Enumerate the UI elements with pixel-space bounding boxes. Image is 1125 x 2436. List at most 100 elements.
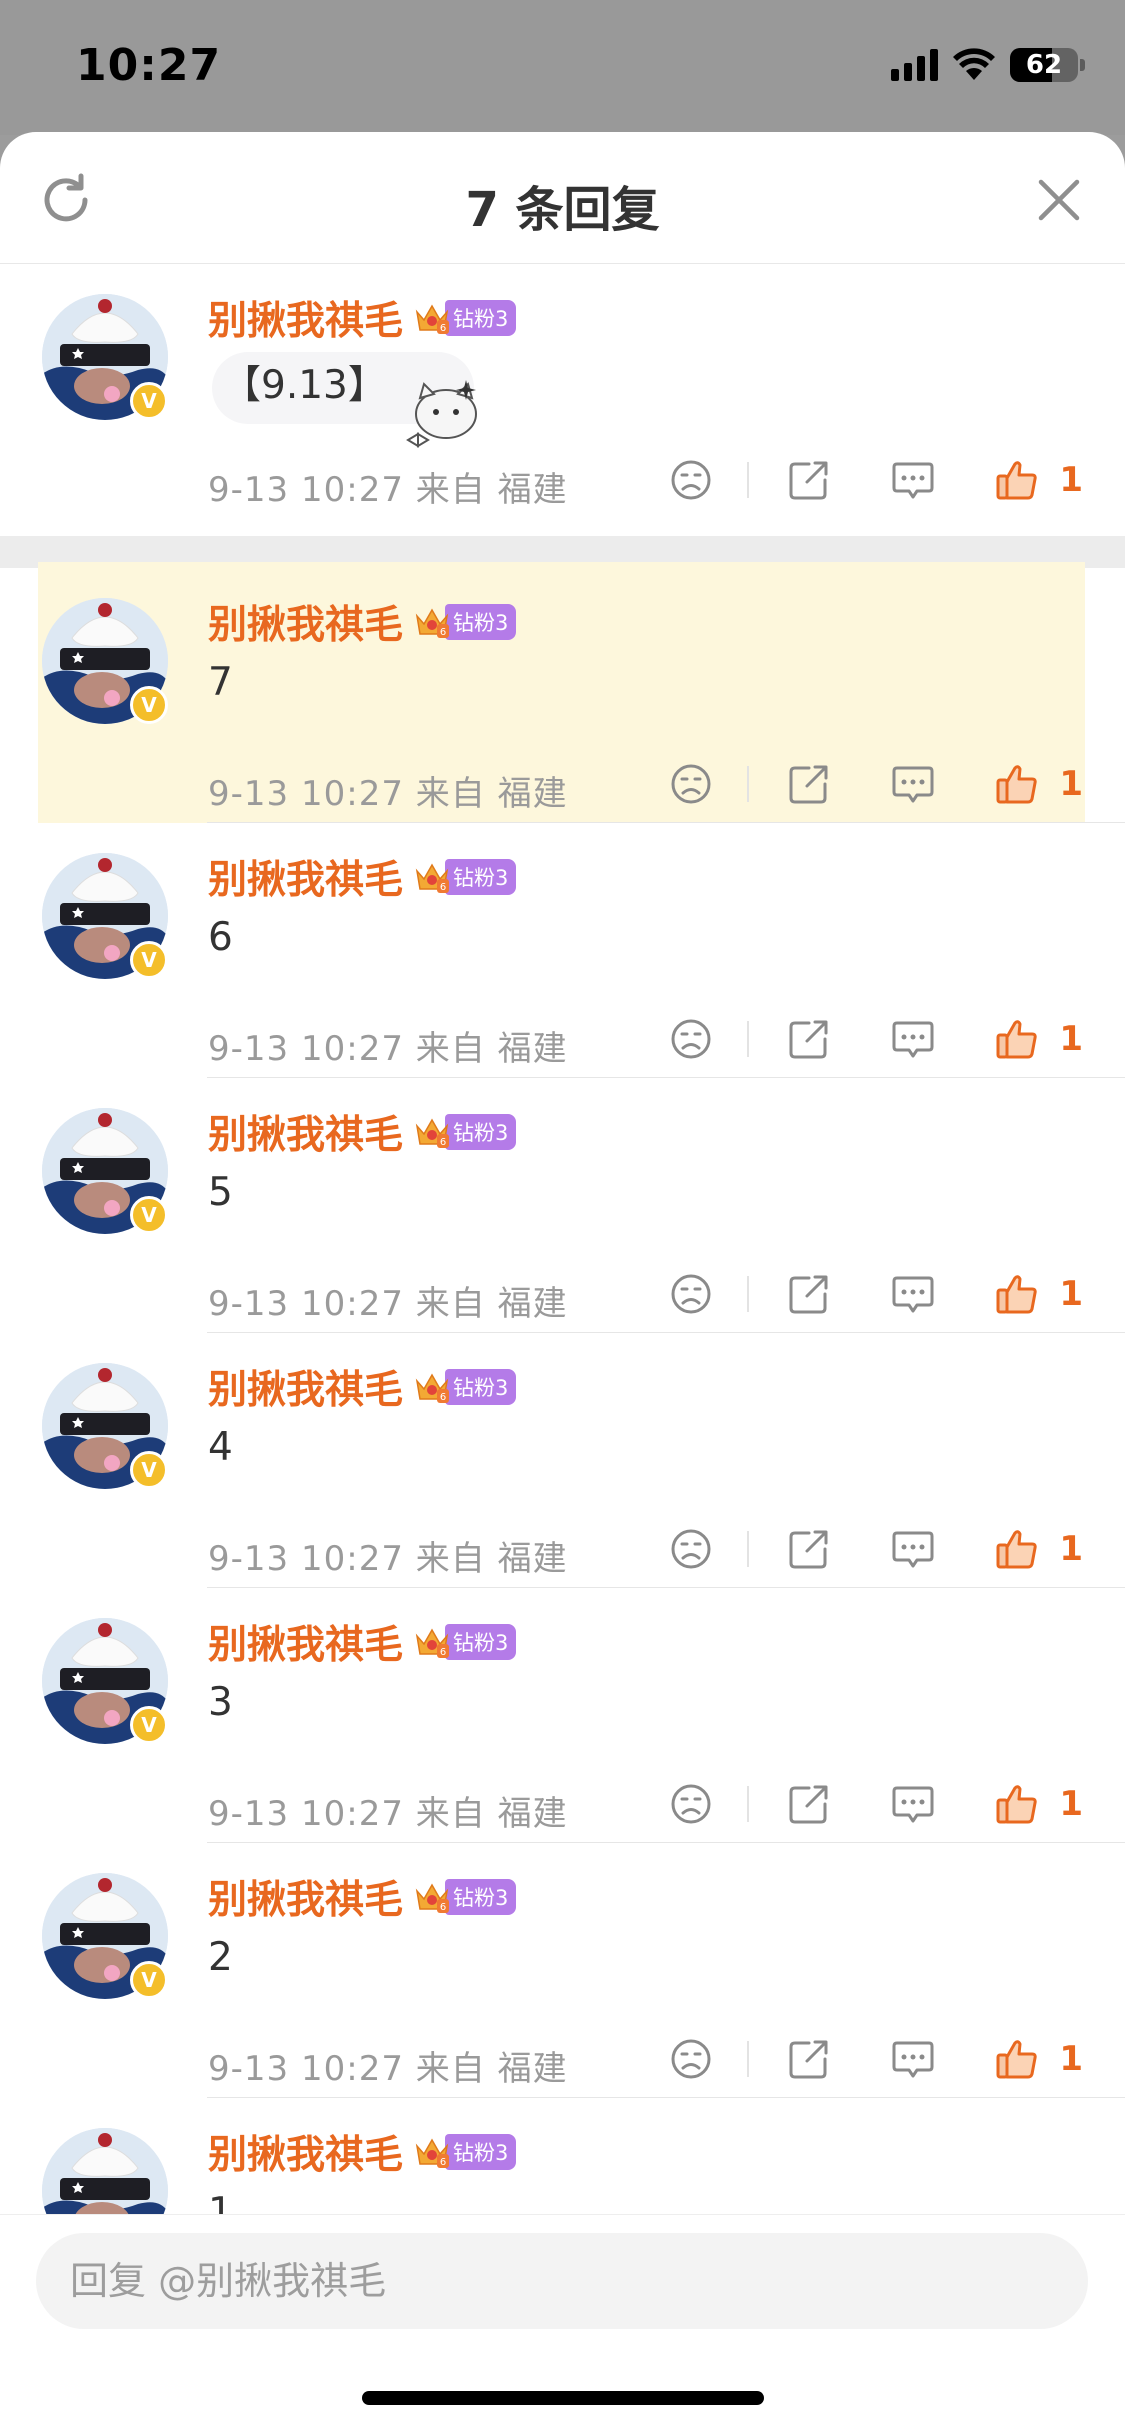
like-button[interactable] — [985, 1517, 1049, 1581]
like-button[interactable] — [985, 1262, 1049, 1326]
dislike-button[interactable] — [659, 752, 723, 816]
comment-meta: 9-13 10:27 来自 福建 — [208, 774, 568, 814]
username[interactable]: 别揪我祺毛 — [208, 290, 403, 346]
comment-button[interactable] — [881, 752, 945, 816]
thumbs-up-icon — [996, 2040, 1038, 2079]
share-icon — [789, 2040, 828, 2079]
crown-icon: 6 — [413, 859, 451, 895]
svg-text:6: 6 — [440, 2157, 446, 2168]
comment-content: 6 — [208, 915, 233, 960]
dislike-button[interactable] — [659, 1517, 723, 1581]
share-icon — [789, 1275, 828, 1314]
crown-icon: 6 — [413, 1369, 451, 1405]
fan-badge[interactable]: 6 钻粉3 — [413, 1623, 517, 1661]
share-button[interactable] — [777, 1262, 841, 1326]
dislike-button[interactable] — [659, 448, 723, 512]
status-time: 10:27 — [76, 40, 222, 91]
thumbs-up-icon — [996, 1275, 1038, 1314]
dislike-button[interactable] — [659, 1772, 723, 1836]
comment-button[interactable] — [881, 2027, 945, 2091]
fan-badge[interactable]: 6 钻粉3 — [413, 2133, 517, 2171]
share-button[interactable] — [777, 1517, 841, 1581]
like-count: 1 — [1059, 2039, 1083, 2079]
svg-text:6: 6 — [440, 1137, 446, 1148]
like-count: 1 — [1059, 1274, 1083, 1314]
comment-button[interactable] — [881, 1772, 945, 1836]
fan-badge[interactable]: 6 钻粉3 — [413, 299, 517, 337]
comment-icon — [892, 462, 934, 499]
fan-badge-label: 钻粉3 — [445, 1624, 517, 1660]
fan-badge[interactable]: 6 钻粉3 — [413, 1878, 517, 1916]
replies-sheet: 7 条回复 V 别揪我祺毛 6 钻粉3 【9.13】 9-13 10:27 来自… — [0, 132, 1125, 2436]
share-button[interactable] — [777, 448, 841, 512]
dislike-face-icon — [671, 1019, 711, 1059]
like-count: 1 — [1059, 1019, 1083, 1059]
share-button[interactable] — [777, 2027, 841, 2091]
comment-icon — [892, 1531, 934, 1568]
username[interactable]: 别揪我祺毛 — [208, 1869, 403, 1925]
comment-icon — [892, 2041, 934, 2078]
like-button[interactable] — [985, 752, 1049, 816]
fan-badge[interactable]: 6 钻粉3 — [413, 858, 517, 896]
comment-button[interactable] — [881, 1007, 945, 1071]
username[interactable]: 别揪我祺毛 — [208, 849, 403, 905]
battery-icon: 62 — [1010, 48, 1078, 82]
like-button[interactable] — [985, 1772, 1049, 1836]
dislike-face-icon — [671, 764, 711, 804]
crown-icon: 6 — [413, 1879, 451, 1915]
username[interactable]: 别揪我祺毛 — [208, 594, 403, 650]
crown-icon: 6 — [413, 1114, 451, 1150]
verified-badge-icon: V — [130, 1196, 168, 1234]
wifi-icon — [953, 48, 995, 80]
svg-text:6: 6 — [440, 882, 446, 893]
like-button[interactable] — [985, 2027, 1049, 2091]
dislike-button[interactable] — [659, 1262, 723, 1326]
comment-actions: 1 — [659, 1262, 1083, 1326]
verified-badge-icon: V — [130, 1706, 168, 1744]
comment-actions: 1 — [659, 2027, 1083, 2091]
fan-badge[interactable]: 6 钻粉3 — [413, 1113, 517, 1151]
username[interactable]: 别揪我祺毛 — [208, 2124, 403, 2180]
dislike-face-icon — [671, 460, 711, 500]
share-button[interactable] — [777, 752, 841, 816]
reply-item: V 别揪我祺毛 6 钻粉3 7 9-13 10:27 来自 福建 1 — [0, 562, 1125, 823]
comment-button[interactable] — [881, 1262, 945, 1326]
like-button[interactable] — [985, 1007, 1049, 1071]
share-icon — [789, 765, 828, 804]
share-button[interactable] — [777, 1007, 841, 1071]
comment-actions: 1 — [659, 1007, 1083, 1071]
verified-badge-icon: V — [130, 1451, 168, 1489]
fan-badge-label: 钻粉3 — [445, 604, 517, 640]
comment-button[interactable] — [881, 1517, 945, 1581]
like-count: 1 — [1059, 1529, 1083, 1569]
thumbs-up-icon — [996, 1785, 1038, 1824]
username[interactable]: 别揪我祺毛 — [208, 1359, 403, 1415]
comment-actions: 1 — [659, 448, 1083, 512]
dislike-face-icon — [671, 1529, 711, 1569]
thumbs-up-icon — [996, 765, 1038, 804]
dislike-face-icon — [671, 1784, 711, 1824]
username[interactable]: 别揪我祺毛 — [208, 1104, 403, 1160]
like-count: 1 — [1059, 460, 1083, 500]
like-button[interactable] — [985, 448, 1049, 512]
comment-button[interactable] — [881, 448, 945, 512]
thumbs-up-icon — [996, 1530, 1038, 1569]
dislike-button[interactable] — [659, 2027, 723, 2091]
crown-icon: 6 — [413, 300, 451, 336]
battery-level: 62 — [1025, 50, 1063, 80]
thumbs-up-icon — [996, 1020, 1038, 1059]
verified-badge-icon: V — [130, 382, 168, 420]
fan-badge[interactable]: 6 钻粉3 — [413, 1368, 517, 1406]
comment-meta: 9-13 10:27 来自 福建 — [208, 2049, 568, 2089]
like-count: 1 — [1059, 1784, 1083, 1824]
cellular-signal-icon — [891, 49, 938, 81]
reply-item: V 别揪我祺毛 6 钻粉3 6 9-13 10:27 来自 福建 1 — [0, 823, 1125, 1078]
reply-input[interactable] — [36, 2233, 1088, 2329]
username[interactable]: 别揪我祺毛 — [208, 1614, 403, 1670]
reply-item: V 别揪我祺毛 6 钻粉3 3 9-13 10:27 来自 福建 1 — [0, 1588, 1125, 1843]
share-button[interactable] — [777, 1772, 841, 1836]
dislike-button[interactable] — [659, 1007, 723, 1071]
fan-badge[interactable]: 6 钻粉3 — [413, 603, 517, 641]
cat-sticker-icon — [406, 380, 477, 448]
close-button[interactable] — [1029, 170, 1089, 230]
